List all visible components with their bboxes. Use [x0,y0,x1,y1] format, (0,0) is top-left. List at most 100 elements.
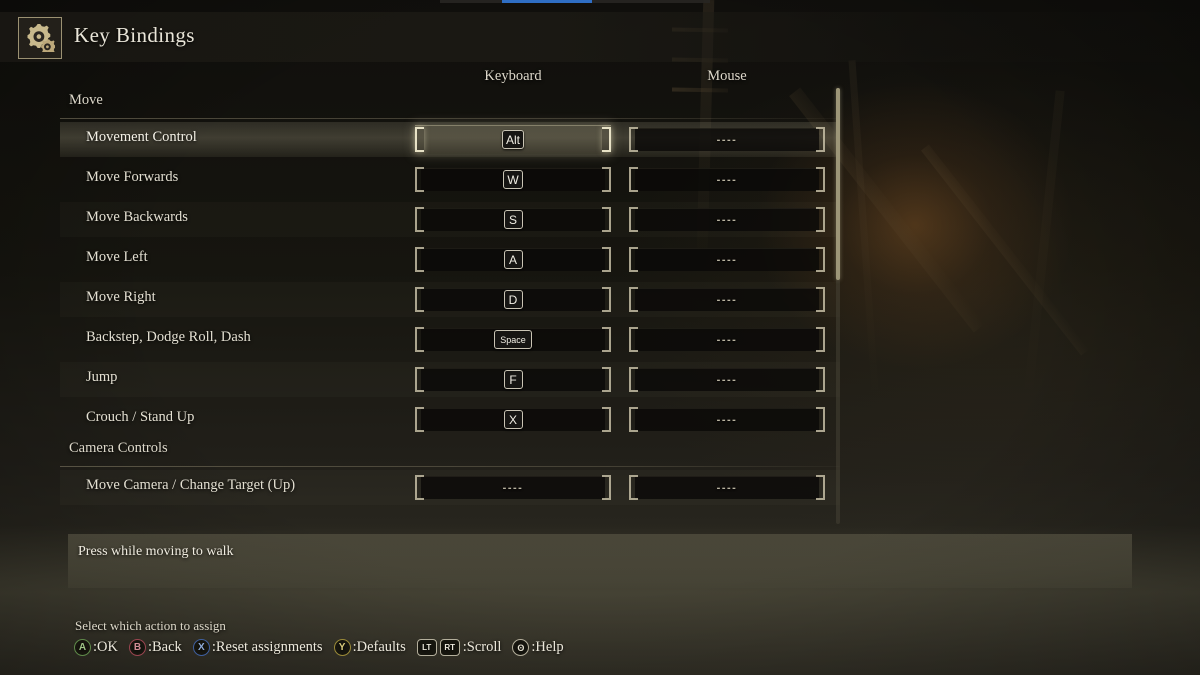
binding-row[interactable]: Jump F ---- [60,360,840,400]
kb-keycap: Alt [501,130,524,149]
section-header-label: Camera Controls [69,440,168,456]
binding-row[interactable]: Move Backwards S ---- [60,200,840,240]
ms-binding-value: ---- [716,413,738,426]
binding-action-label: Jump [86,369,118,385]
section-divider [60,118,840,119]
kb-keycap: Space [494,330,532,349]
scrollbar-thumb[interactable] [836,88,840,280]
top-progress-indicator [440,0,710,3]
kb-binding-cell[interactable]: W [413,163,613,196]
description-text: Press while moving to walk [78,544,234,559]
binding-row[interactable]: Backstep, Dodge Roll, Dash Space ---- [60,320,840,360]
ms-binding-cell[interactable]: ---- [627,283,827,316]
kb-binding-cell[interactable]: S [413,203,613,236]
section-divider [60,466,840,467]
ms-binding-cell[interactable]: ---- [627,363,827,396]
pad-button-b-icon: B [128,639,146,656]
binding-action-label: Move Left [86,249,148,265]
bracket-right-icon [816,407,825,432]
bracket-left-icon [415,287,424,312]
scrollbar[interactable] [836,88,840,524]
bracket-left-icon [629,247,638,272]
binding-row-selected[interactable]: Movement Control Alt ---- [60,120,840,160]
footer-prompt: Y:Defaults [333,639,406,656]
footer-prompt-label: :Reset assignments [211,639,323,655]
kb-keycap: D [503,290,523,309]
footer-prompt: LT [416,639,440,656]
footer-prompt-label: :Help [531,639,564,655]
bracket-left-icon [629,407,638,432]
ms-binding-cell[interactable]: ---- [627,323,827,356]
binding-action-label: Move Camera / Change Target (Up) [86,477,296,493]
binding-action-label: Move Backwards [86,209,188,225]
bracket-left-icon [629,475,638,500]
gear-icon [18,17,62,59]
bracket-left-icon [629,207,638,232]
bracket-right-icon [816,287,825,312]
bracket-right-icon [816,475,825,500]
bracket-left-icon [415,127,424,152]
kb-binding-cell[interactable]: Alt [413,123,613,156]
bracket-left-icon [629,367,638,392]
binding-action-label: Move Right [86,289,156,305]
ms-binding-cell[interactable]: ---- [627,203,827,236]
ms-binding-value: ---- [716,333,738,346]
footer-prompt: RT:Scroll [439,639,501,656]
ms-binding-value: ---- [716,213,738,226]
bracket-right-icon [602,287,611,312]
binding-action-label: Crouch / Stand Up [86,409,195,425]
footer-prompt: ʘ:Help [512,639,564,656]
ms-binding-value: ---- [716,373,738,386]
kb-keycap: X [503,410,523,429]
bindings-list[interactable]: Move Movement Control Alt ---- Move Forwards… [60,92,840,522]
section-header: Camera Controls [60,440,840,468]
binding-row[interactable]: Move Left A ---- [60,240,840,280]
ms-binding-value: ---- [716,173,738,186]
binding-action-label: Backstep, Dodge Roll, Dash [86,329,251,345]
bracket-left-icon [415,207,424,232]
kb-keycap: A [503,250,523,269]
bracket-left-icon [629,127,638,152]
binding-row[interactable]: Crouch / Stand Up X ---- [60,400,840,440]
ms-binding-cell[interactable]: ---- [627,243,827,276]
ms-binding-cell[interactable]: ---- [627,471,827,504]
pad-button-y-icon: Y [333,639,351,656]
bracket-right-icon [816,327,825,352]
ms-binding-cell[interactable]: ---- [627,123,827,156]
top-progress-fill [502,0,592,3]
column-header-mouse: Mouse [707,68,747,84]
kb-binding-cell[interactable]: X [413,403,613,436]
footer-prompt-label: :Defaults [352,639,406,655]
section-header: Move [60,92,840,120]
binding-row[interactable]: Move Right D ---- [60,280,840,320]
ms-binding-cell[interactable]: ---- [627,163,827,196]
bracket-right-icon [816,167,825,192]
bracket-right-icon [602,127,611,152]
footer-prompt-label: :Back [147,639,182,655]
bracket-left-icon [415,167,424,192]
bracket-right-icon [816,247,825,272]
binding-row[interactable]: Move Forwards W ---- [60,160,840,200]
kb-binding-cell[interactable]: A [413,243,613,276]
bracket-right-icon [602,327,611,352]
bracket-left-icon [415,247,424,272]
ms-binding-value: ---- [716,481,738,494]
ms-binding-cell[interactable]: ---- [627,403,827,436]
binding-action-label: Move Forwards [86,169,179,185]
bracket-left-icon [415,407,424,432]
binding-row[interactable]: Move Camera / Change Target (Up) ---- ---- [60,468,840,508]
kb-binding-cell[interactable]: D [413,283,613,316]
trigger-button-rt-icon: RT [439,639,460,656]
bracket-right-icon [816,207,825,232]
bracket-right-icon [602,247,611,272]
bracket-left-icon [415,475,424,500]
section-header-label: Move [69,92,103,108]
footer-prompt-label: :OK [93,639,118,655]
kb-binding-cell[interactable]: F [413,363,613,396]
footer-prompt: B:Back [128,639,182,656]
kb-binding-cell[interactable]: ---- [413,471,613,504]
bracket-left-icon [629,327,638,352]
bracket-right-icon [816,367,825,392]
page-title: Key Bindings [74,23,195,47]
kb-binding-cell[interactable]: Space [413,323,613,356]
